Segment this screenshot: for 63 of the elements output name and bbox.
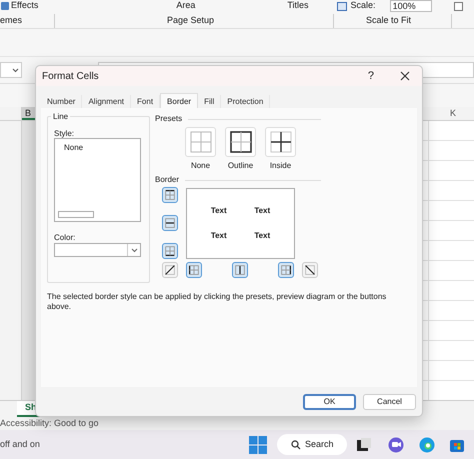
border-icon (163, 263, 177, 277)
border-icon (163, 216, 177, 230)
chevron-down-icon (130, 248, 138, 252)
tab[interactable]: Border (160, 93, 198, 108)
style-label: Style: (54, 128, 74, 140)
border-toggle-button[interactable] (302, 262, 318, 278)
border-icon (303, 263, 317, 277)
preset-button[interactable] (265, 127, 296, 157)
start-icon[interactable] (249, 436, 267, 454)
border-toggle-button[interactable] (162, 243, 178, 259)
scale-icon (336, 2, 347, 10)
preset-label: None (190, 160, 210, 172)
border-icon (163, 188, 177, 202)
dialog-title: Format Cells (42, 70, 99, 84)
border-toggle-button[interactable] (162, 187, 178, 203)
effects-icon (1, 2, 9, 10)
column-header[interactable]: K (450, 107, 456, 120)
border-icon (187, 263, 201, 277)
search-button[interactable]: Search (277, 434, 347, 455)
print-area-menu[interactable]: Area (176, 0, 196, 13)
color-dropdown[interactable] (54, 243, 141, 257)
group-label: emes (0, 14, 24, 28)
preset-label: Outline (228, 160, 254, 172)
border-preview[interactable]: Text Text Text Text (186, 188, 295, 259)
close-icon[interactable] (400, 71, 410, 81)
notification-text: off and on (0, 438, 41, 451)
chat-icon[interactable] (388, 436, 404, 452)
search-icon (291, 440, 301, 450)
border-toggle-button[interactable] (186, 262, 202, 278)
preview-text: Text (210, 205, 227, 218)
group-label: Page Setup (167, 14, 216, 28)
help-button[interactable]: ? (368, 68, 374, 84)
border-icon (279, 263, 293, 277)
border-toggle-button[interactable] (162, 215, 178, 231)
status-text: Accessibility: Good to go (0, 418, 99, 428)
chevron-down-icon (12, 68, 19, 72)
scale-field[interactable]: 100% (390, 0, 432, 12)
task-view-icon[interactable] (357, 438, 371, 452)
border-icon (163, 244, 177, 258)
style-option[interactable]: None (64, 142, 140, 154)
preview-text: Text (254, 230, 270, 242)
group-label: Scale to Fit (366, 14, 412, 28)
preset-button[interactable] (225, 127, 256, 157)
dialog-button[interactable]: Cancel (363, 394, 416, 410)
color-label: Color: (54, 232, 76, 244)
effects-menu[interactable]: Effects (11, 0, 38, 13)
checkbox[interactable] (454, 2, 463, 10)
preview-text: Text (210, 230, 227, 242)
preset-label: Inside (270, 160, 292, 172)
scale-label: Scale: (350, 0, 376, 12)
group-title: Presets (155, 113, 182, 125)
border-toggle-button[interactable] (162, 262, 178, 278)
group-title: Border (155, 174, 180, 186)
style-list[interactable]: None (54, 138, 141, 222)
border-toggle-button[interactable] (278, 262, 294, 278)
store-icon[interactable] (450, 438, 464, 452)
border-toggle-button[interactable] (232, 262, 248, 278)
preview-text: Text (254, 205, 270, 218)
browser-icon[interactable] (419, 436, 435, 452)
description-text: The selected border style can be applied by clicking the presets, preview diagram or the buttons above. (47, 292, 388, 312)
border-icon (233, 263, 247, 277)
dialog-button[interactable]: OK (303, 394, 356, 410)
print-titles-button[interactable]: Titles (287, 0, 309, 13)
